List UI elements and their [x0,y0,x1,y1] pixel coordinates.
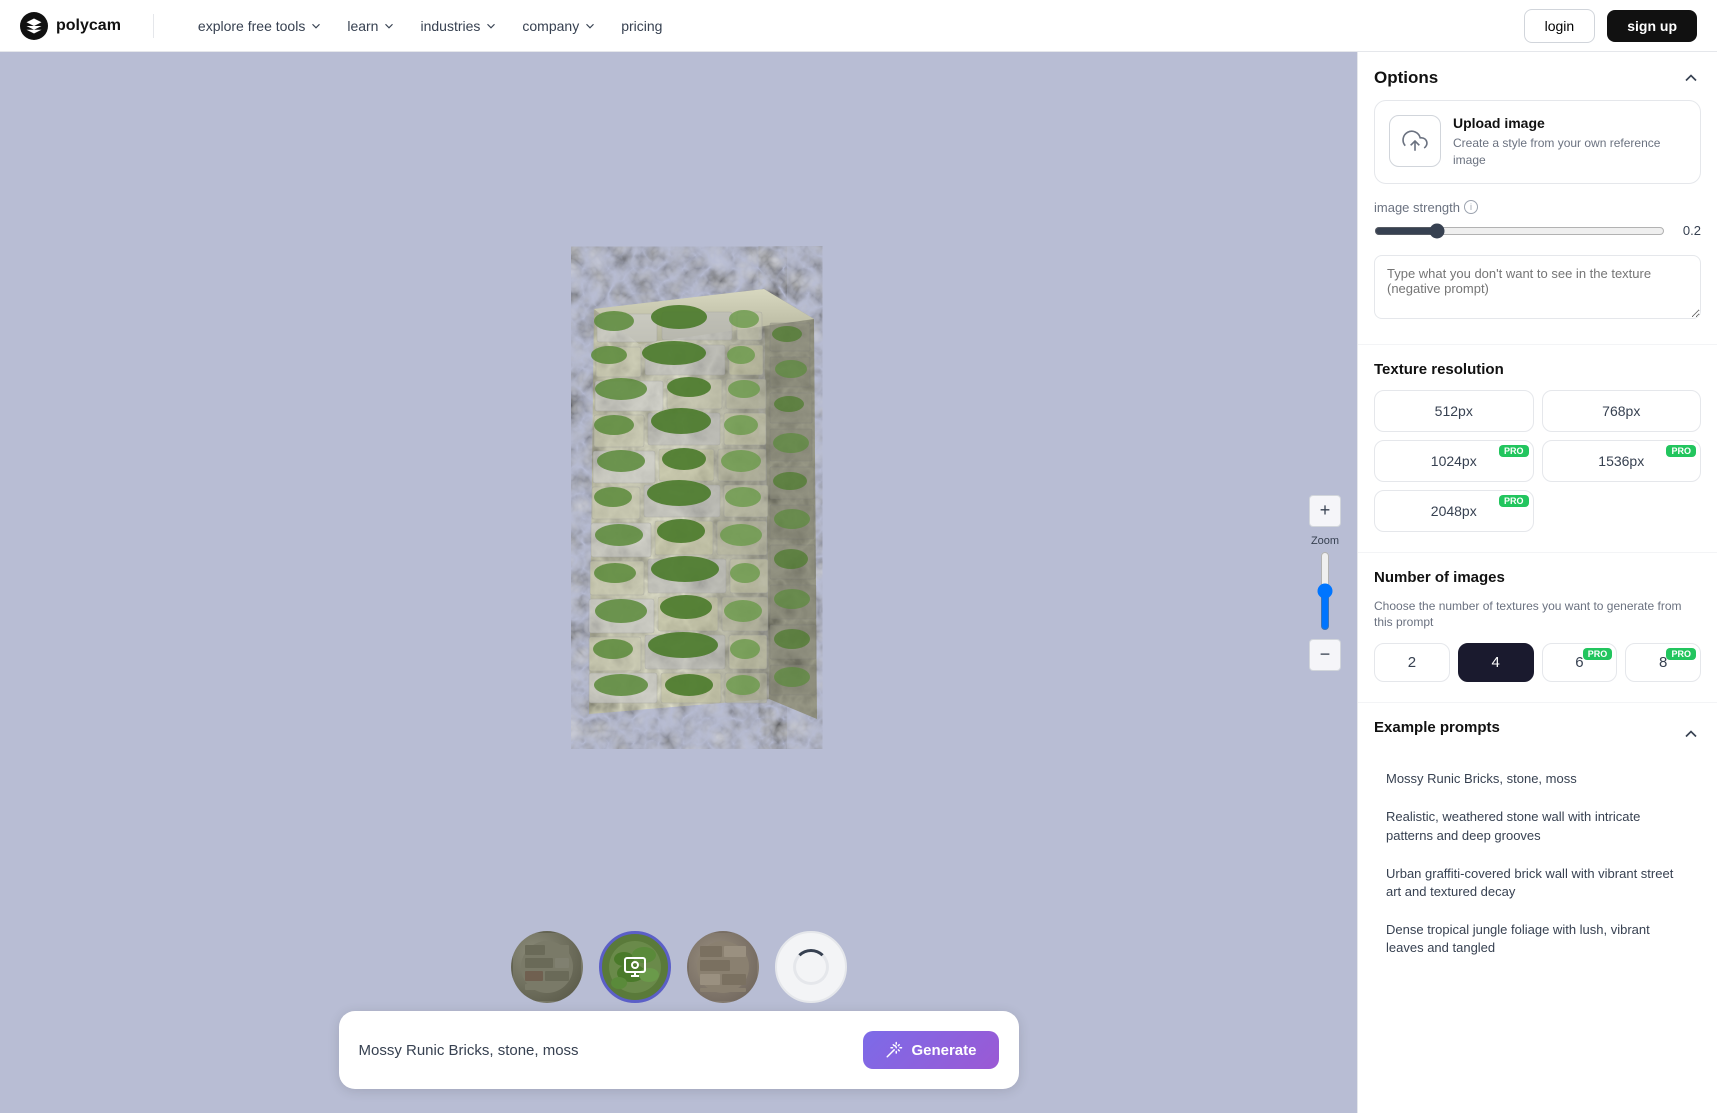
resolution-1024[interactable]: 1024px PRO [1374,440,1534,482]
sidebar-upload-section: Upload image Create a style from your ow… [1358,100,1717,340]
thumbnail-1[interactable] [511,931,583,1003]
nav-divider [153,14,154,38]
example-prompt-2[interactable]: Realistic, weathered stone wall with int… [1374,798,1701,854]
wand-icon [885,1041,903,1059]
nav-company[interactable]: company [510,10,609,42]
nav-actions: login sign up [1524,9,1697,43]
3d-viewport: + Zoom − [0,52,1357,1113]
nav-links: explore free tools learn industries comp… [186,10,675,42]
model-svg [509,219,849,749]
num-8[interactable]: 8 PRO [1625,643,1701,682]
upload-icon-wrap [1389,115,1441,167]
image-strength-label: image strength i [1374,200,1701,215]
upload-title: Upload image [1453,115,1686,131]
upload-card[interactable]: Upload image Create a style from your ow… [1374,100,1701,184]
example-prompt-3[interactable]: Urban graffiti-covered brick wall with v… [1374,855,1701,911]
example-prompts-section: Example prompts Mossy Runic Bricks, ston… [1358,702,1717,983]
signup-button[interactable]: sign up [1607,10,1697,42]
nav-explore[interactable]: explore free tools [186,10,335,42]
main-layout: + Zoom − [0,52,1717,1113]
upload-cloud-icon [1402,128,1428,154]
options-title: Options [1374,68,1438,88]
num-2[interactable]: 2 [1374,643,1450,682]
prompt-input[interactable] [359,1042,852,1059]
nav-industries[interactable]: industries [408,10,510,42]
logo-icon [20,12,48,40]
navigation: polycam explore free tools learn industr… [0,0,1717,52]
texture-resolution-section: Texture resolution 512px 768px 1024px PR… [1358,344,1717,548]
thumbnail-strip [511,915,847,1011]
logo[interactable]: polycam [20,12,121,40]
resolution-1536[interactable]: 1536px PRO [1542,440,1702,482]
pro-badge-1536: PRO [1666,445,1696,457]
nav-pricing[interactable]: pricing [609,10,674,42]
upload-desc: Create a style from your own reference i… [1453,135,1686,169]
pro-badge-6: PRO [1583,648,1613,660]
thumbnail-2-active[interactable] [599,931,671,1003]
example-prompt-4[interactable]: Dense tropical jungle foliage with lush,… [1374,911,1701,967]
example-prompts-title: Example prompts [1374,719,1500,736]
example-prompt-1[interactable]: Mossy Runic Bricks, stone, moss [1374,760,1701,798]
nav-learn[interactable]: learn [335,10,408,42]
logo-text: polycam [56,17,121,35]
example-chevron-icon[interactable] [1681,724,1701,744]
resolution-768[interactable]: 768px [1542,390,1702,432]
login-button[interactable]: login [1524,9,1596,43]
num-images-desc: Choose the number of textures you want t… [1374,598,1701,632]
resolution-2048[interactable]: 2048px PRO [1374,490,1534,532]
pro-badge-2048: PRO [1499,495,1529,507]
image-strength-slider-row: 0.2 [1374,223,1701,239]
resolution-512[interactable]: 512px [1374,390,1534,432]
sidebar: Options Upload image Create a style from… [1357,52,1717,1113]
negative-prompt-section [1374,255,1701,324]
image-strength-slider[interactable] [1374,223,1665,239]
number-of-images-section: Number of images Choose the number of te… [1358,552,1717,699]
num-4[interactable]: 4 [1458,643,1534,682]
pro-badge-1024: PRO [1499,445,1529,457]
num-6[interactable]: 6 PRO [1542,643,1618,682]
resolution-grid: 512px 768px 1024px PRO 1536px PRO 2048px… [1374,390,1701,532]
model-area [0,52,1357,915]
info-icon[interactable]: i [1464,200,1478,214]
num-images-title: Number of images [1374,569,1701,586]
options-header: Options [1358,68,1717,100]
thumbnail-3[interactable] [687,931,759,1003]
thumbnail-loading[interactable] [775,931,847,1003]
loading-spinner [793,949,829,985]
example-prompts-header: Example prompts [1374,719,1701,748]
generate-button[interactable]: Generate [863,1031,998,1069]
image-strength-value: 0.2 [1673,223,1701,238]
negative-prompt-input[interactable] [1374,255,1701,319]
options-chevron-icon[interactable] [1681,68,1701,88]
texture-resolution-title: Texture resolution [1374,361,1701,378]
num-images-grid: 2 4 6 PRO 8 PRO [1374,643,1701,682]
prompt-bar: Generate [339,1011,1019,1089]
upload-text-wrap: Upload image Create a style from your ow… [1453,115,1686,169]
pro-badge-8: PRO [1666,648,1696,660]
